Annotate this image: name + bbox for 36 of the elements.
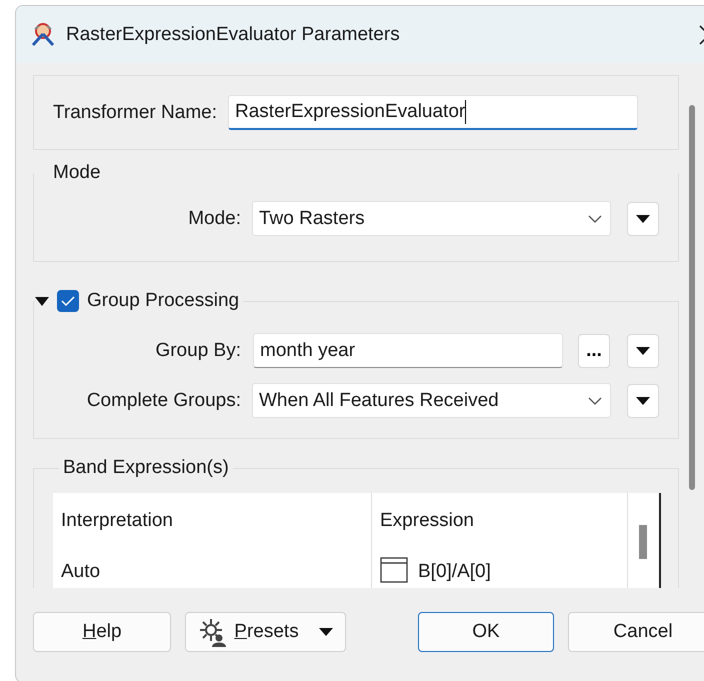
window-title: RasterExpressionEvaluator Parameters <box>66 24 400 46</box>
complete-groups-dropdown[interactable]: When All Features Received <box>252 383 611 418</box>
collapse-triangle-icon[interactable] <box>35 296 49 306</box>
dialog-button[interactable]: Cancel <box>568 612 704 652</box>
table-cell: Auto <box>53 541 371 588</box>
field-label: Mode: <box>187 208 241 230</box>
gear-icon <box>198 617 228 647</box>
caret-down-icon <box>636 346 650 354</box>
dropdown-button[interactable] <box>627 334 659 368</box>
caret-down-icon <box>636 214 650 222</box>
chevron-down-icon <box>588 214 602 222</box>
caret-down-icon <box>636 396 650 404</box>
dropdown-button[interactable] <box>627 202 659 236</box>
window-icon <box>380 557 408 583</box>
field-label: Group By: <box>154 340 241 362</box>
chevron-down-icon <box>588 396 602 404</box>
mode-dropdown[interactable]: Two Rasters <box>252 201 611 236</box>
group-title: Mode <box>52 162 102 184</box>
tools-icon <box>30 22 56 48</box>
column-header: Interpretation <box>60 509 174 533</box>
check-icon <box>61 296 75 306</box>
column-header: Expression <box>379 509 475 533</box>
group-by-input[interactable]: month year <box>253 333 563 368</box>
field-label: Transformer Name: <box>53 102 217 124</box>
dialog-button[interactable]: Help <box>33 612 171 652</box>
checkbox[interactable] <box>57 290 79 312</box>
presets-button[interactable]: Presets <box>185 612 346 652</box>
browse-button[interactable]: ... <box>578 334 610 368</box>
table-cell: B[0]/A[0] <box>418 561 491 583</box>
dialog-button[interactable]: OK <box>418 612 554 652</box>
caret-down-icon <box>318 628 333 636</box>
field-label: Complete Groups: <box>86 390 241 412</box>
name-input[interactable]: RasterExpressionEvaluator <box>228 95 638 130</box>
group-title: Band Expression(s) <box>62 457 230 479</box>
dropdown-button[interactable] <box>627 384 659 418</box>
group-title: Group Processing <box>87 290 240 312</box>
